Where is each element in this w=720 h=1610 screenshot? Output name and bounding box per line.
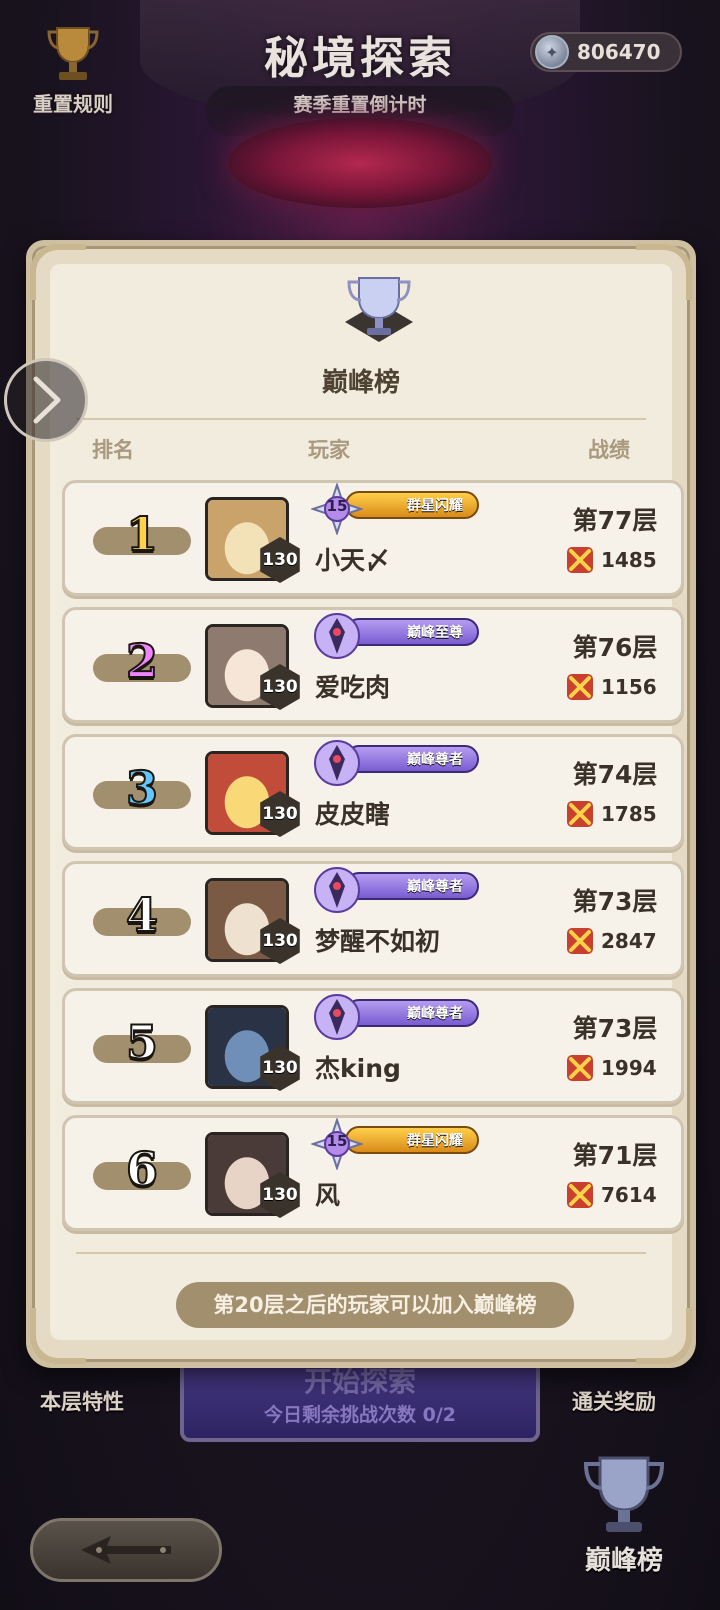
player-name: 杰king: [315, 1054, 401, 1083]
emblem-level: 15: [326, 497, 348, 515]
rank-number: 2: [125, 633, 159, 689]
currency-display[interactable]: ✦ 806470: [530, 32, 682, 72]
rank-number: 4: [125, 887, 159, 943]
season-countdown-label: 赛季重置倒计时: [293, 94, 427, 116]
power-value: 7614: [601, 1183, 657, 1207]
leaderboard-title: 巅峰榜: [321, 368, 400, 398]
sword-icon: [567, 1055, 593, 1081]
sword-icon: [567, 801, 593, 827]
peak-leaderboard-entry[interactable]: 巅峰榜: [556, 1450, 692, 1577]
remaining-attempts: 今日剩余挑战次数 0/2: [264, 1404, 456, 1426]
title-banner: 群星闪耀: [345, 1126, 479, 1154]
divider: [76, 418, 646, 420]
floor-record: 第76层: [572, 633, 658, 662]
power-value: 2847: [601, 929, 657, 953]
leaderboard-row[interactable]: 4 130 巅峰尊者 梦醒不如初 第73层 2847: [62, 861, 684, 977]
leaderboard-row[interactable]: 2 130 巅峰至尊 爱吃肉 第76层 1156: [62, 607, 684, 723]
title-banner: 巅峰尊者: [345, 999, 479, 1027]
floor-record: 第77层: [572, 506, 658, 535]
leaderboard-list: 1 130 群星闪耀 15 小天〆 第77层 1485 2 130 巅峰至尊 爱…: [62, 480, 684, 1242]
floor-record: 第74层: [572, 760, 658, 789]
chevron-right-icon: [33, 376, 61, 424]
power-stat: 1994: [565, 1053, 657, 1083]
player-name: 风: [315, 1181, 341, 1210]
power-stat: 1785: [565, 799, 657, 829]
title-banner: 群星闪耀: [345, 491, 479, 519]
leaderboard-row[interactable]: 1 130 群星闪耀 15 小天〆 第77层 1485: [62, 480, 684, 596]
power-stat: 7614: [565, 1180, 657, 1210]
column-header-player: 玩家: [308, 438, 350, 462]
leaderboard-row[interactable]: 3 130 巅峰尊者 皮皮瞎 第74层 1785: [62, 734, 684, 850]
back-arrow-icon: [81, 1536, 171, 1564]
sword-icon: [567, 547, 593, 573]
reset-rule-label: 重置规则: [33, 92, 113, 116]
join-hint: 第20层之后的玩家可以加入巅峰榜: [176, 1282, 574, 1328]
power-stat: 2847: [565, 926, 657, 956]
rank-number: 3: [125, 760, 159, 816]
currency-value: 806470: [577, 40, 661, 64]
title-emblem-icon: [314, 994, 360, 1040]
player-name: 爱吃肉: [315, 673, 391, 702]
power-value: 1156: [601, 675, 657, 699]
power-value: 1485: [601, 548, 657, 572]
floor-record: 第73层: [572, 887, 658, 916]
leaderboard-row[interactable]: 5 130 巅峰尊者 杰king 第73层 1994: [62, 988, 684, 1104]
title-emblem-icon: [314, 740, 360, 786]
title-banner: 巅峰至尊: [345, 618, 479, 646]
peak-entry-label: 巅峰榜: [584, 1546, 663, 1576]
leaderboard-body: 巅峰榜 排名 玩家 战绩 1 130 群星闪耀 15 小天〆 第77层 1485…: [50, 264, 684, 1340]
floor-traits-button[interactable]: 本层特性: [40, 1386, 124, 1416]
player-name: 小天〆: [315, 546, 391, 575]
power-value: 1785: [601, 802, 657, 826]
leaderboard-panel: 巅峰榜 排名 玩家 战绩 1 130 群星闪耀 15 小天〆 第77层 1485…: [26, 240, 696, 1368]
floor-record: 第73层: [572, 1014, 658, 1043]
column-header-record: 战绩: [588, 438, 630, 462]
player-name: 皮皮瞎: [315, 800, 391, 829]
rank-number: 5: [125, 1014, 159, 1070]
power-stat: 1156: [565, 672, 657, 702]
rank-number: 6: [125, 1141, 159, 1197]
floor-record: 第71层: [572, 1141, 658, 1170]
power-stat: 1485: [565, 545, 657, 575]
expand-button[interactable]: [4, 358, 88, 442]
title-banner: 巅峰尊者: [345, 872, 479, 900]
player-name: 梦醒不如初: [315, 927, 441, 956]
sword-icon: [567, 1182, 593, 1208]
emblem-level: 15: [326, 1132, 348, 1150]
sword-icon: [567, 928, 593, 954]
leaderboard-row[interactable]: 6 130 群星闪耀 15 风 第71层 7614: [62, 1115, 684, 1231]
clear-rewards-button[interactable]: 通关奖励: [572, 1386, 656, 1416]
sword-icon: [567, 674, 593, 700]
column-header-rank: 排名: [92, 438, 134, 462]
back-button[interactable]: [30, 1518, 222, 1582]
divider: [76, 1252, 646, 1254]
rank-number: 1: [125, 506, 159, 562]
title-banner: 巅峰尊者: [345, 745, 479, 773]
title-emblem-icon: [314, 867, 360, 913]
trophy-icon: [583, 1456, 665, 1532]
trophy-icon: [345, 277, 413, 342]
coin-icon: ✦: [535, 35, 569, 69]
power-value: 1994: [601, 1056, 657, 1080]
eye-ornament: [228, 118, 492, 208]
title-emblem-icon: [314, 613, 360, 659]
